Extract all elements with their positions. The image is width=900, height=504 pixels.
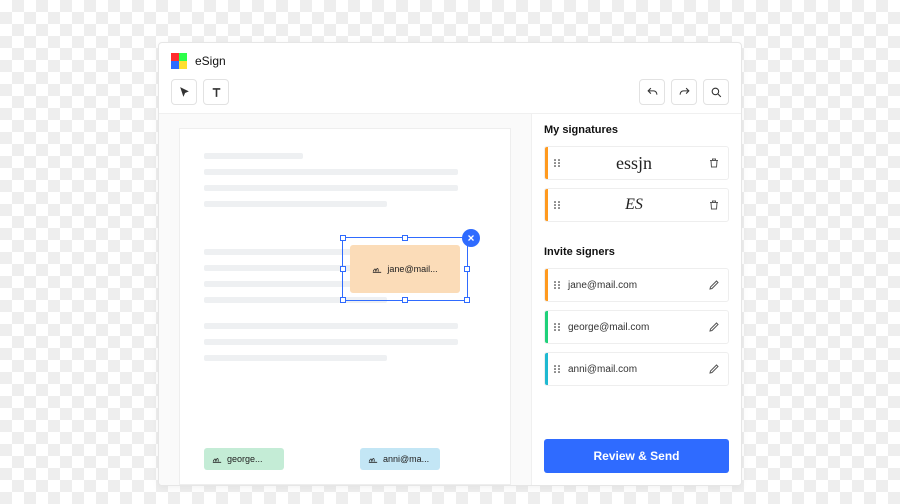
toolbar (159, 75, 741, 114)
trash-icon (708, 157, 720, 169)
text-line (204, 355, 387, 361)
field-label: george... (227, 454, 263, 464)
search-icon (710, 86, 723, 99)
signatures-heading: My signatures (544, 124, 729, 136)
tool-select[interactable] (171, 79, 197, 105)
signature-field-jane[interactable]: jane@mail... (350, 245, 460, 293)
field-label: anni@ma... (383, 454, 429, 464)
undo-button[interactable] (639, 79, 665, 105)
grip-icon (551, 363, 563, 375)
search-button[interactable] (703, 79, 729, 105)
signer-email: jane@mail.com (566, 280, 700, 291)
delete-signature-button[interactable] (700, 199, 728, 211)
trash-icon (708, 199, 720, 211)
field-label: jane@mail... (387, 264, 437, 274)
drag-handle[interactable] (548, 199, 566, 211)
close-icon (466, 233, 476, 243)
document-page: jane@mail... (179, 128, 511, 485)
resize-handle[interactable] (402, 235, 408, 241)
text-line (204, 169, 458, 175)
signer-card[interactable]: anni@mail.com (544, 352, 729, 386)
signer-card[interactable]: george@mail.com (544, 310, 729, 344)
signature-field-anni[interactable]: anni@ma... (360, 448, 440, 470)
titlebar: eSign (159, 43, 741, 75)
redo-icon (678, 86, 691, 99)
drag-handle[interactable] (548, 279, 566, 291)
signature-card[interactable]: essjn (544, 146, 729, 180)
grip-icon (551, 279, 563, 291)
pencil-icon (708, 279, 720, 291)
cursor-icon (178, 86, 191, 99)
signer-email: anni@mail.com (566, 364, 700, 375)
signature-preview: essjn (566, 153, 700, 174)
text-line (204, 297, 387, 303)
delete-signature-button[interactable] (700, 157, 728, 169)
signature-icon (212, 454, 222, 464)
tool-text[interactable] (203, 79, 229, 105)
delete-field-button[interactable] (462, 229, 480, 247)
esign-app: eSign jane@mail. (158, 42, 742, 486)
drag-handle[interactable] (548, 363, 566, 375)
signer-email: george@mail.com (566, 322, 700, 333)
signer-card[interactable]: jane@mail.com (544, 268, 729, 302)
review-send-button[interactable]: Review & Send (544, 439, 729, 473)
text-line (204, 201, 387, 207)
text-line (204, 185, 458, 191)
app-body: jane@mail... (159, 114, 741, 485)
grip-icon (551, 157, 563, 169)
sidebar: My signatures essjn ES (531, 114, 741, 485)
edit-signer-button[interactable] (700, 279, 728, 291)
signature-preview: ES (566, 196, 700, 214)
edit-signer-button[interactable] (700, 363, 728, 375)
resize-handle[interactable] (340, 235, 346, 241)
signature-icon (372, 264, 382, 274)
app-logo (171, 53, 187, 69)
signature-card[interactable]: ES (544, 188, 729, 222)
undo-icon (646, 86, 659, 99)
edit-signer-button[interactable] (700, 321, 728, 333)
drag-handle[interactable] (548, 321, 566, 333)
text-icon (210, 86, 223, 99)
signature-field-george[interactable]: george... (204, 448, 284, 470)
grip-icon (551, 321, 563, 333)
grip-icon (551, 199, 563, 211)
text-line (204, 323, 458, 329)
pencil-icon (708, 321, 720, 333)
redo-button[interactable] (671, 79, 697, 105)
signature-icon (368, 454, 378, 464)
text-line (204, 153, 303, 159)
app-title: eSign (195, 54, 226, 68)
text-line (204, 339, 458, 345)
pencil-icon (708, 363, 720, 375)
drag-handle[interactable] (548, 157, 566, 169)
document-canvas[interactable]: jane@mail... (159, 114, 531, 485)
invite-heading: Invite signers (544, 246, 729, 258)
